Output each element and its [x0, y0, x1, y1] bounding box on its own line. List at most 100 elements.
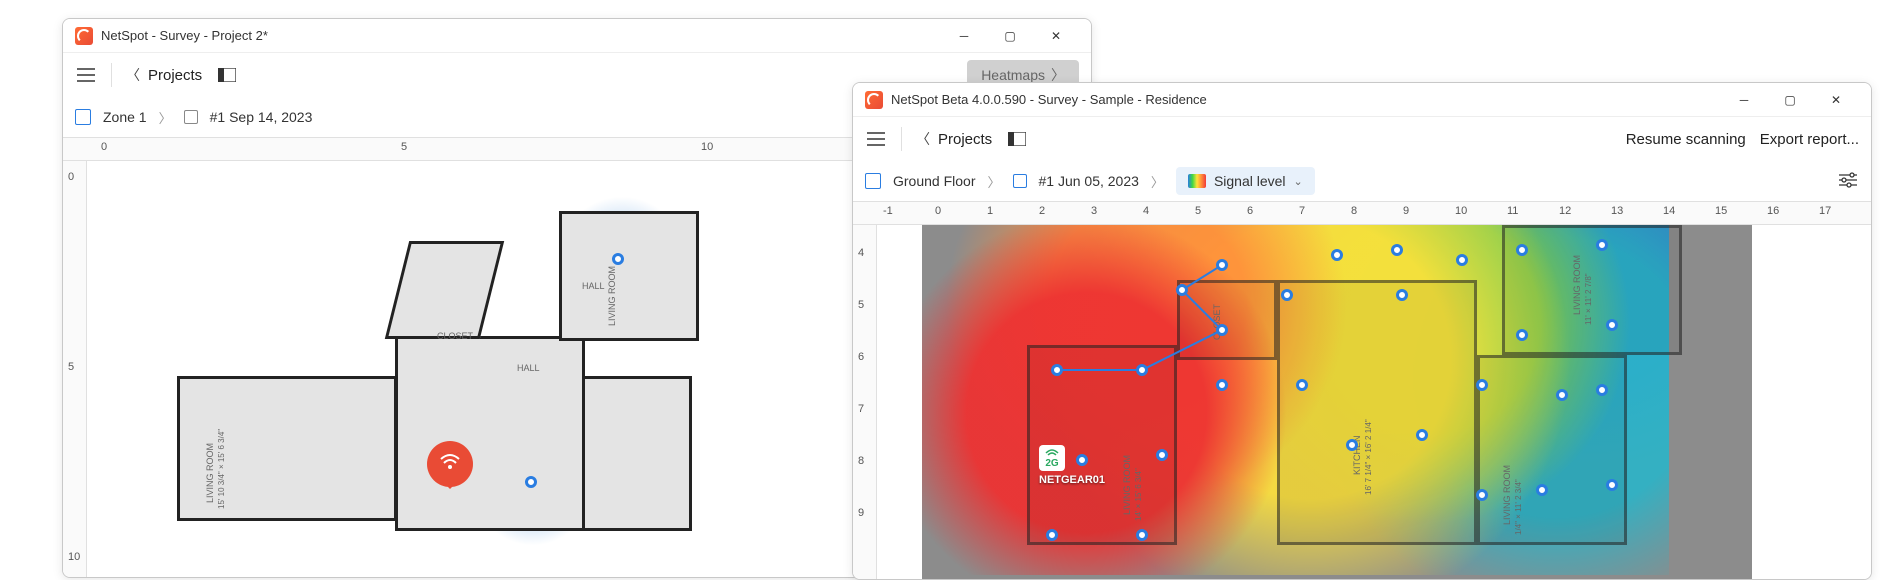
settings-icon[interactable]: [1839, 172, 1859, 191]
survey-point[interactable]: [1476, 379, 1488, 391]
ap-badge-icon: 2G: [1039, 445, 1065, 471]
minimize-button[interactable]: ─: [941, 20, 987, 52]
chevron-down-icon: ⌄: [1294, 175, 1303, 188]
ruler-tick: 5: [68, 361, 74, 373]
ruler-tick: 17: [1819, 205, 1831, 217]
room-dim: 16' 7 1/4" × 16' 2 1/4": [1364, 419, 1373, 495]
chevron-right-icon: 〉: [159, 108, 172, 127]
survey-point[interactable]: [1456, 254, 1468, 266]
ruler-tick: 12: [1559, 205, 1571, 217]
minimize-button[interactable]: ─: [1721, 84, 1767, 116]
back-to-projects[interactable]: 〈 Projects: [916, 129, 992, 149]
window-controls: ─ ▢ ✕: [941, 20, 1079, 52]
survey-icon: [184, 110, 198, 124]
survey-name[interactable]: #1 Jun 05, 2023: [1039, 173, 1139, 189]
ruler-tick: 4: [1143, 205, 1149, 217]
survey-point[interactable]: [1391, 244, 1403, 256]
app-icon: [865, 91, 883, 109]
survey-point[interactable]: [1536, 484, 1548, 496]
visualization-dropdown[interactable]: Signal level ⌄: [1176, 167, 1315, 195]
ruler-tick: 0: [101, 141, 107, 153]
divider: [111, 63, 112, 87]
close-button[interactable]: ✕: [1033, 20, 1079, 52]
ruler-tick: 5: [401, 141, 407, 153]
hamburger-icon[interactable]: [865, 128, 887, 150]
room-label: CLOSET: [437, 331, 473, 341]
ruler-tick: 8: [858, 455, 864, 467]
survey-point[interactable]: [1216, 259, 1228, 271]
back-to-projects[interactable]: 〈 Projects: [126, 65, 202, 85]
survey-point[interactable]: [1606, 479, 1618, 491]
survey-point[interactable]: [1216, 324, 1228, 336]
room-dim: 14' × 15' 6 3/4": [1134, 468, 1143, 521]
heatmaps-label: Heatmaps: [981, 67, 1045, 83]
survey-point[interactable]: [525, 476, 537, 488]
ruler-tick: 6: [858, 351, 864, 363]
survey-point[interactable]: [1051, 364, 1063, 376]
ruler-tick: 1: [987, 205, 993, 217]
window-title: NetSpot - Survey - Project 2*: [101, 28, 941, 43]
ruler-tick: 2: [1039, 205, 1045, 217]
access-point-marker[interactable]: 2G NETGEAR01: [1039, 445, 1105, 486]
floorplan: LIVING ROOM 15' 10 3/4" × 15' 6 3/4" CLO…: [177, 211, 697, 531]
titlebar[interactable]: NetSpot Beta 4.0.0.590 - Survey - Sample…: [853, 83, 1871, 117]
survey-point[interactable]: [1281, 289, 1293, 301]
window-controls: ─ ▢ ✕: [1721, 84, 1859, 116]
wifi-marker[interactable]: [427, 441, 473, 487]
ruler-tick: 10: [68, 551, 80, 563]
survey-name[interactable]: #1 Sep 14, 2023: [210, 109, 313, 125]
survey-point[interactable]: [1216, 379, 1228, 391]
survey-point[interactable]: [1596, 384, 1608, 396]
export-report-button[interactable]: Export report...: [1760, 131, 1859, 148]
layout-icon[interactable]: [216, 64, 238, 86]
zone-name[interactable]: Zone 1: [103, 109, 147, 125]
close-button[interactable]: ✕: [1813, 84, 1859, 116]
ruler-tick: 6: [1247, 205, 1253, 217]
floor-name[interactable]: Ground Floor: [893, 173, 975, 189]
maximize-button[interactable]: ▢: [1767, 84, 1813, 116]
resume-scanning-button[interactable]: Resume scanning: [1626, 131, 1746, 148]
ruler-tick: 0: [68, 171, 74, 183]
ruler-vertical: 0 5 10: [63, 161, 87, 577]
survey-point[interactable]: [1396, 289, 1408, 301]
divider: [901, 127, 902, 151]
survey-point[interactable]: [1346, 439, 1358, 451]
zone-icon: [75, 109, 91, 125]
titlebar[interactable]: NetSpot - Survey - Project 2* ─ ▢ ✕: [63, 19, 1091, 53]
ruler-horizontal: -1 0 1 2 3 4 5 6 7 8 9 10 11 12 13 14 15…: [853, 201, 1871, 225]
survey-point[interactable]: [1136, 529, 1148, 541]
gradient-icon: [1188, 174, 1206, 188]
survey-point[interactable]: [1156, 449, 1168, 461]
ruler-tick: 0: [935, 205, 941, 217]
visualization-label: Signal level: [1214, 173, 1286, 189]
survey-point[interactable]: [1331, 249, 1343, 261]
ruler-tick: 10: [701, 141, 713, 153]
survey-point[interactable]: [1556, 389, 1568, 401]
app-icon: [75, 27, 93, 45]
survey-point[interactable]: [1606, 319, 1618, 331]
survey-point[interactable]: [612, 253, 624, 265]
ruler-tick: 7: [1299, 205, 1305, 217]
heatmap-canvas[interactable]: LIVING ROOM 14' × 15' 6 3/4" CLOSET KITC…: [877, 225, 1871, 579]
survey-point[interactable]: [1176, 284, 1188, 296]
survey-point[interactable]: [1136, 364, 1148, 376]
chevron-left-icon: 〈: [916, 129, 930, 149]
survey-point[interactable]: [1596, 239, 1608, 251]
floorplan-heatmap: LIVING ROOM 14' × 15' 6 3/4" CLOSET KITC…: [922, 225, 1752, 579]
maximize-button[interactable]: ▢: [987, 20, 1033, 52]
chevron-right-icon: 〉: [987, 172, 1000, 191]
survey-point[interactable]: [1516, 244, 1528, 256]
survey-point[interactable]: [1416, 429, 1428, 441]
hamburger-icon[interactable]: [75, 64, 97, 86]
survey-point[interactable]: [1476, 489, 1488, 501]
room-label: LIVING ROOM: [1122, 455, 1132, 515]
survey-point[interactable]: [1296, 379, 1308, 391]
projects-label: Projects: [938, 131, 992, 148]
window-title: NetSpot Beta 4.0.0.590 - Survey - Sample…: [891, 92, 1721, 107]
ruler-tick: 14: [1663, 205, 1675, 217]
survey-point[interactable]: [1516, 329, 1528, 341]
layout-icon[interactable]: [1006, 128, 1028, 150]
survey-point[interactable]: [1046, 529, 1058, 541]
window-residence: NetSpot Beta 4.0.0.590 - Survey - Sample…: [852, 82, 1872, 580]
survey-path: [922, 225, 1222, 375]
